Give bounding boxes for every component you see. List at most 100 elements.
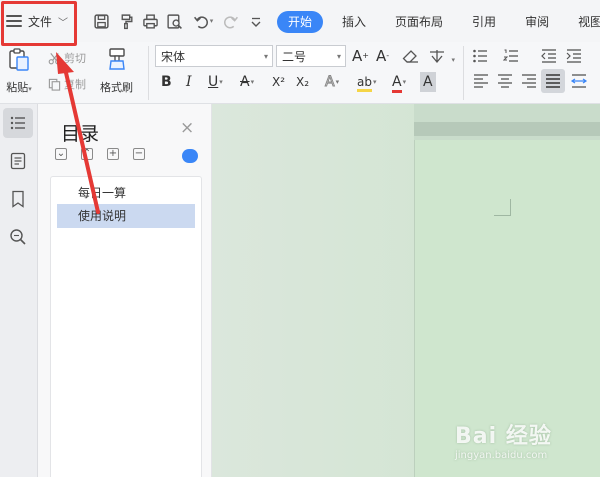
cut-button[interactable]: 剪切 xyxy=(48,50,86,66)
copy-button[interactable]: 复制 xyxy=(48,76,86,92)
previous-page-edge xyxy=(414,122,600,136)
save-button[interactable] xyxy=(91,12,111,30)
grow-font-button[interactable]: A+ xyxy=(352,46,369,66)
tab-review[interactable]: 审阅 xyxy=(515,11,559,33)
toc-toolbar: ⌄ ⌃ + − xyxy=(55,148,159,160)
redo-icon xyxy=(223,15,238,28)
increase-indent-icon[interactable] xyxy=(565,48,583,64)
highlight-label: ab xyxy=(357,75,372,92)
toc-icon xyxy=(10,116,25,130)
font-name-value: 宋体 xyxy=(161,49,186,64)
underline-label: U xyxy=(208,74,219,90)
print-icon xyxy=(142,13,158,29)
outline-icon xyxy=(10,152,26,170)
superscript-button[interactable]: X² xyxy=(272,72,285,92)
justify-icon[interactable] xyxy=(544,73,562,89)
align-right-icon[interactable] xyxy=(520,73,538,89)
undo-button[interactable]: ▾ xyxy=(189,12,217,30)
clear-format-button[interactable] xyxy=(402,46,420,66)
ribbon-divider xyxy=(148,46,149,100)
chevron-down-icon: ﹀ xyxy=(58,17,69,29)
font-size-select[interactable]: 二号 ▾ xyxy=(276,45,346,67)
toc-item[interactable]: 每日一算 xyxy=(57,181,195,205)
eraser-icon xyxy=(402,50,418,63)
redo-button[interactable] xyxy=(220,12,240,30)
scissors-icon xyxy=(48,52,61,64)
decrease-indent-icon[interactable] xyxy=(540,48,558,64)
add-heading-icon[interactable]: + xyxy=(107,148,119,160)
format-painter-label: 格式刷 xyxy=(100,81,133,94)
tab-view[interactable]: 视图 xyxy=(568,11,600,33)
copy-label: 复制 xyxy=(64,78,86,91)
collapse-all-icon[interactable]: ⌄ xyxy=(55,148,67,160)
text-effects-button[interactable]: A▾ xyxy=(325,72,340,92)
remove-heading-icon[interactable]: − xyxy=(133,148,145,160)
undo-dropdown-icon[interactable]: ▾ xyxy=(210,17,214,25)
file-menu-button[interactable]: 文件 ﹀ xyxy=(6,8,68,34)
font-color-button[interactable]: A▾ xyxy=(392,72,406,93)
format-painter-button[interactable]: 格式刷 xyxy=(100,46,133,95)
toc-item-selected[interactable]: 使用说明 xyxy=(57,204,195,228)
baidu-jingyan-watermark: Bai 经验 jingyan.baidu.com xyxy=(455,418,552,461)
subscript-button[interactable]: X₂ xyxy=(296,72,309,92)
bullet-list-icon[interactable] xyxy=(472,48,490,64)
ribbon-tabs: 开始 插入 页面布局 引用 审阅 视图 xyxy=(276,11,600,33)
strikethrough-button[interactable]: A▾ xyxy=(240,72,254,92)
save-icon xyxy=(93,13,109,29)
cut-label: 剪切 xyxy=(64,52,86,65)
find-icon xyxy=(10,229,26,245)
print-preview-icon xyxy=(166,13,182,29)
paste-button[interactable]: 粘贴▾ xyxy=(6,46,32,95)
watermark-url: jingyan.baidu.com xyxy=(455,450,548,461)
italic-button[interactable]: I xyxy=(186,72,192,92)
tab-references[interactable]: 引用 xyxy=(462,11,506,33)
ribbon-divider xyxy=(463,46,464,100)
chevron-down-icon: ▾ xyxy=(336,51,341,61)
navigation-rail xyxy=(0,104,38,477)
format-painter-quick-button[interactable] xyxy=(116,12,136,30)
underline-button[interactable]: U▾ xyxy=(208,72,223,92)
menu-bar: 文件 ﹀ ▾ 开始 插入 页面布局 引用 审阅 视图 xyxy=(0,0,600,42)
print-button[interactable] xyxy=(140,12,160,30)
rail-toc-button[interactable] xyxy=(3,108,33,138)
numbered-list-icon[interactable] xyxy=(503,48,521,64)
character-shading-button[interactable]: A xyxy=(420,72,436,92)
sync-icon[interactable] xyxy=(182,149,198,163)
align-center-icon[interactable] xyxy=(496,73,514,89)
toc-title: 目录 xyxy=(61,123,100,145)
effects-label: A xyxy=(325,74,336,91)
phonetic-icon xyxy=(430,50,444,64)
close-icon[interactable]: × xyxy=(180,118,194,138)
hamburger-menu-icon xyxy=(6,15,22,27)
customize-icon xyxy=(251,17,261,27)
rail-outline-button[interactable] xyxy=(3,146,33,176)
toc-pane: 目录 × ⌄ ⌃ + − 每日一算 使用说明 xyxy=(38,104,212,477)
margin-corner-mark xyxy=(494,199,511,216)
rail-bookmark-button[interactable] xyxy=(3,184,33,214)
tab-insert[interactable]: 插入 xyxy=(332,11,376,33)
toc-list: 每日一算 使用说明 xyxy=(50,176,202,477)
paste-icon xyxy=(6,46,32,75)
font-size-value: 二号 xyxy=(282,49,307,64)
phonetic-guide-button[interactable]: ▾ xyxy=(428,46,455,66)
rail-find-button[interactable] xyxy=(3,222,33,252)
chevron-down-icon: ▾ xyxy=(263,51,268,61)
tab-page-layout[interactable]: 页面布局 xyxy=(385,11,453,33)
watermark-brand: Bai 经验 xyxy=(455,424,552,449)
tab-home[interactable]: 开始 xyxy=(277,11,324,33)
print-preview-button[interactable] xyxy=(164,12,184,30)
format-painter-brush-icon xyxy=(104,46,130,75)
undo-icon xyxy=(193,15,208,28)
shrink-font-button[interactable]: A- xyxy=(376,46,389,66)
strike-label: A xyxy=(240,74,250,90)
bookmark-icon xyxy=(12,190,24,208)
customize-quick-access-button[interactable] xyxy=(248,12,264,30)
font-name-select[interactable]: 宋体 ▾ xyxy=(155,45,273,67)
file-menu-label: 文件 xyxy=(28,14,53,29)
align-left-icon[interactable] xyxy=(472,73,490,89)
highlight-button[interactable]: ab▾ xyxy=(357,72,377,92)
distributed-align-icon[interactable] xyxy=(570,73,588,89)
bold-button[interactable]: B xyxy=(161,72,172,92)
paste-label: 粘贴 xyxy=(6,81,29,94)
expand-all-icon[interactable]: ⌃ xyxy=(81,148,93,160)
